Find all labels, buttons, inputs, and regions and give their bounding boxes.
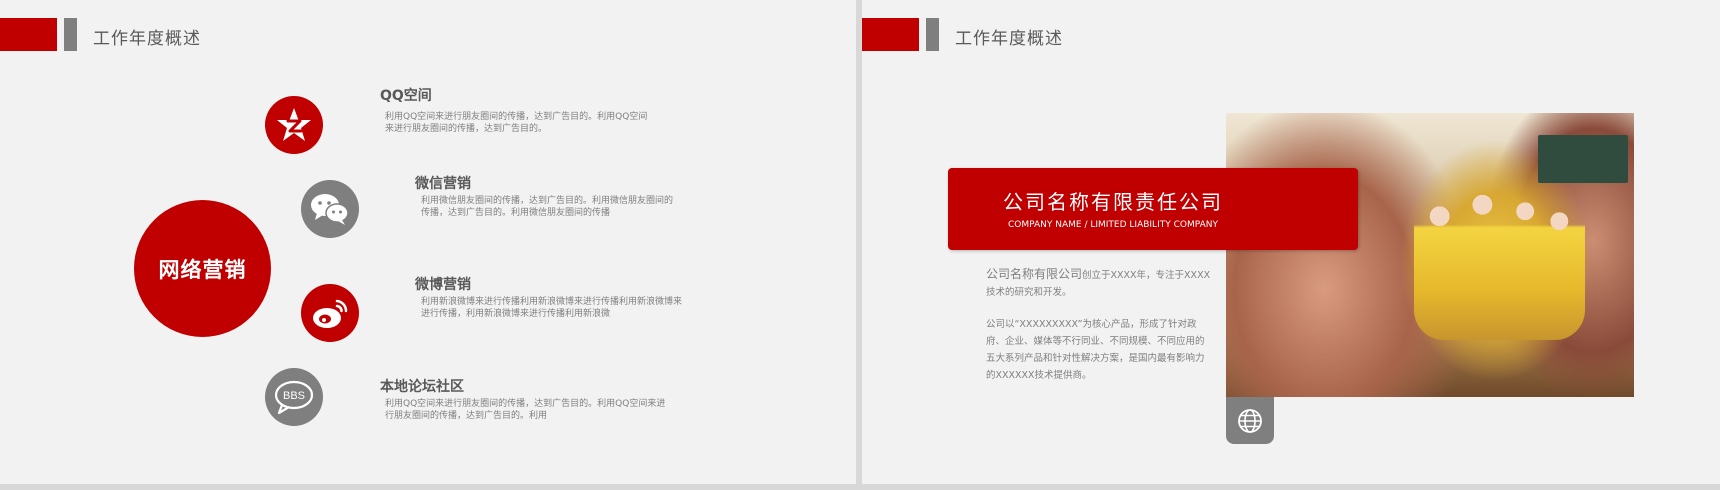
item-title-bbs: 本地论坛社区 [380,379,464,395]
item-desc-qzone: 利用QQ空间来进行朋友圈间的传播，达到广告目的。利用QQ空间 来进行朋友圈间的传… [385,112,648,134]
item-title-wechat: 微信营销 [415,176,471,192]
globe-icon [1226,397,1274,444]
qzone-star-icon [265,96,323,154]
company-name-en: COMPANY NAME / LIMITED LIABILITY COMPANY [1008,220,1218,230]
bbs-icon: BBS [265,368,323,426]
item-title-weibo: 微博营销 [415,277,471,293]
bbs-icon-text: BBS [283,390,305,402]
students-photo [1226,113,1634,397]
item-desc-bbs: 利用QQ空间来进行朋友圈间的传播，达到广告目的。利用QQ空间来进 行朋友圈间的传… [385,399,666,421]
header-gray-block [64,18,77,51]
company-name: 公司名称有限责任公司 [1003,190,1223,214]
slide-company-profile: 工作年度概述 公司名称有限责任公司 COMPANY NAME / LIMITED… [862,0,1720,484]
description-paragraph: 公司以“XXXXXXXXX”为核心产品，形成了针对政 府、企业、媒体等不行同业、… [986,319,1205,381]
weibo-icon [301,284,359,342]
slide-network-marketing: 工作年度概述 网络营销 QQ空间 利用QQ空间来进行朋友圈间的传播，达到广告目的… [0,0,856,484]
slide-title: 工作年度概述 [955,29,1063,49]
header-gray-block [926,18,939,51]
item-desc-wechat: 利用微信朋友圈间的传播，达到广告目的。利用微信朋友圈间的 传播，达到广告目的。利… [421,196,674,218]
center-circle: 网络营销 [134,200,271,337]
slide-title: 工作年度概述 [93,29,201,49]
item-title-qzone: QQ空间 [380,88,432,104]
photo-students [1413,175,1586,341]
intro-paragraph: 公司名称有限公司创立于XXXX年，专注于XXXX 技术的研究和开发。 [986,267,1211,298]
wechat-icon [301,180,359,238]
center-label: 网络营销 [158,257,247,282]
header-red-block [0,18,57,51]
company-banner: 公司名称有限责任公司 COMPANY NAME / LIMITED LIABIL… [948,168,1358,250]
header-red-block [862,18,919,51]
item-desc-weibo: 利用新浪微博来进行传播利用新浪微博来进行传播利用新浪微博来 进行传播，利用新浪微… [421,297,683,319]
